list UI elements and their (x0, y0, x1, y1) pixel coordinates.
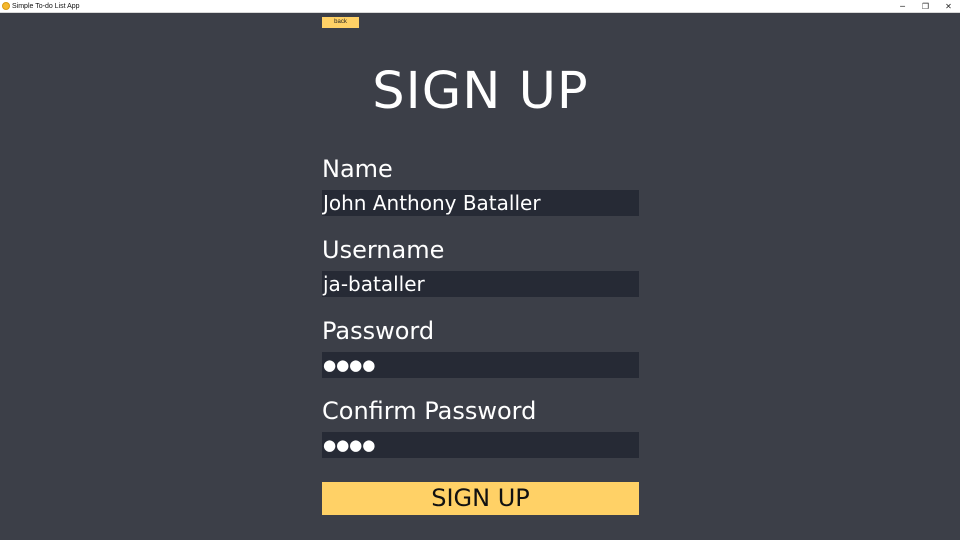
name-field[interactable]: John Anthony Bataller (322, 190, 639, 216)
username-label: Username (322, 236, 445, 264)
password-label: Password (322, 317, 435, 345)
password-field[interactable]: ●●●● (322, 352, 639, 378)
page-title: SIGN UP (372, 62, 589, 121)
sign-up-button[interactable]: SIGN UP (322, 482, 639, 515)
window-title: Simple To-do List App (12, 3, 80, 10)
window-titlebar: Simple To-do List App ─ ❐ ✕ (0, 0, 960, 13)
confirm-password-label: Confirm Password (322, 397, 537, 425)
minimize-button[interactable]: ─ (891, 0, 914, 12)
name-label: Name (322, 155, 393, 183)
close-button[interactable]: ✕ (937, 0, 960, 12)
confirm-password-field[interactable]: ●●●● (322, 432, 639, 458)
back-button[interactable]: back (322, 17, 359, 28)
app-logo-icon (2, 2, 10, 10)
restore-button[interactable]: ❐ (914, 0, 937, 12)
username-field[interactable]: ja-bataller (322, 271, 639, 297)
